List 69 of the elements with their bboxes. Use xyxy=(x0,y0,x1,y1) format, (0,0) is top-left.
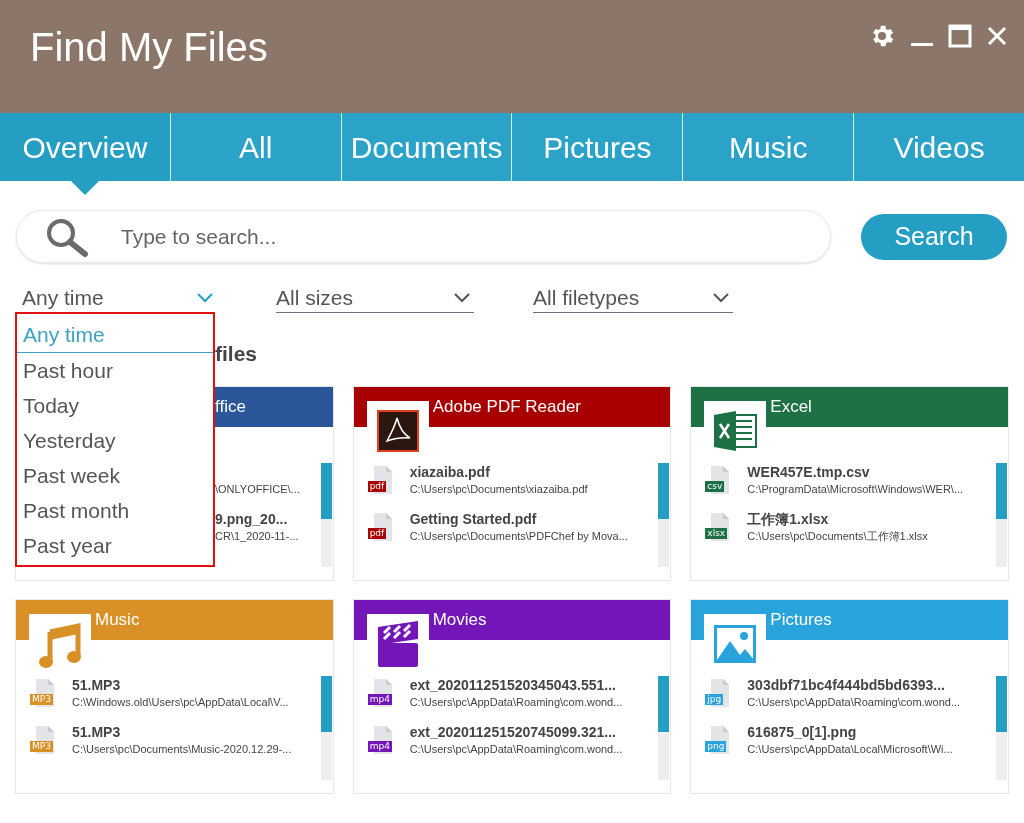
file-path: \ONLYOFFICE\... xyxy=(215,482,300,496)
music-note-icon xyxy=(38,620,82,668)
dropdown-option[interactable]: Past month xyxy=(17,493,213,528)
file-type-label: mp4 xyxy=(367,740,392,752)
card-title: Adobe PDF Reader xyxy=(432,396,582,419)
section-heading: files xyxy=(215,343,259,364)
file-type-label: xlsx xyxy=(705,527,728,539)
maximize-icon[interactable] xyxy=(948,24,972,48)
window-title: Find My Files xyxy=(30,27,268,67)
file-type-label: csv xyxy=(705,480,725,492)
file-type-label: jpg xyxy=(705,693,724,705)
file-name[interactable]: 616875_0[1].png xyxy=(747,723,953,742)
tab-pointer xyxy=(70,181,99,195)
file-path: C:\Users\pc\Documents\工作簿1.xlsx xyxy=(747,529,928,543)
file-name[interactable]: Getting Started.pdf xyxy=(409,510,628,529)
file-type-label: MP3 xyxy=(30,693,53,705)
filter-dropdown[interactable]: All filetypes xyxy=(533,283,733,313)
file-name[interactable]: 303dbf71bc4f444bd5bd6393... xyxy=(747,676,961,695)
file-type-label: png xyxy=(705,740,727,752)
clapperboard-icon xyxy=(377,621,418,667)
scrollbar[interactable] xyxy=(320,676,332,780)
file-type-label: mp4 xyxy=(367,693,392,705)
file-path: C:\ProgramData\Microsoft\Windows\WER\... xyxy=(747,482,964,496)
filter-dropdown[interactable]: Any time xyxy=(22,283,217,313)
file-name[interactable]: WER457E.tmp.csv xyxy=(747,463,964,482)
filter-dropdown[interactable]: All sizes xyxy=(276,283,474,313)
file-path: C:\Users\pc\Documents\PDFChef by Mova... xyxy=(409,529,628,543)
image-icon xyxy=(714,625,757,663)
dropdown-option[interactable]: Today xyxy=(17,388,213,423)
file-path: C:\Users\pc\Documents\Music-2020.12.29-... xyxy=(72,742,292,756)
file-type-label: MP3 xyxy=(30,740,53,752)
file-name[interactable]: ext_202011251520345043.551... xyxy=(409,676,623,695)
spreadsheet-icon xyxy=(712,411,759,451)
chevron-icon xyxy=(197,292,213,303)
file-path: CR\1_2020-11-... xyxy=(215,529,299,543)
file-name[interactable]: 51.MP3 xyxy=(72,723,292,742)
file-path: C:\Windows.old\Users\pc\AppData\Local\V... xyxy=(72,695,289,709)
file-path: C:\Users\pc\AppData\Local\Microsoft\Wi... xyxy=(747,742,953,756)
file-type-label: pdf xyxy=(367,480,387,492)
card-title: ffice xyxy=(215,396,246,419)
scrollbar[interactable] xyxy=(320,463,332,567)
dropdown-option[interactable]: Past year xyxy=(17,528,213,563)
file-type-label: pdf xyxy=(367,527,387,539)
search-field[interactable]: Type to search... xyxy=(121,220,830,253)
file-name[interactable]: xiazaiba.pdf xyxy=(409,463,588,482)
file-name[interactable]: 51.MP3 xyxy=(72,676,289,695)
scrollbar[interactable] xyxy=(996,463,1007,567)
acrobat-icon xyxy=(376,410,419,452)
scrollbar[interactable] xyxy=(658,676,670,780)
scrollbar[interactable] xyxy=(658,463,670,567)
dropdown-option[interactable]: Past hour xyxy=(17,353,213,388)
close-icon[interactable] xyxy=(986,25,1008,47)
dropdown-option[interactable]: Yesterday xyxy=(17,423,213,458)
search-icon xyxy=(45,216,91,257)
file-name[interactable]: ext_202011251520745099.321... xyxy=(409,723,623,742)
file-name[interactable]: 9.png_20... xyxy=(215,510,299,529)
card-title: Movies xyxy=(432,609,487,632)
chevron-icon xyxy=(713,292,729,303)
card-title: Pictures xyxy=(770,609,832,632)
file-path: C:\Users\pc\AppData\Roaming\com.wond... xyxy=(747,695,961,709)
dropdown-option[interactable]: Past week xyxy=(17,458,213,493)
card-title: Excel xyxy=(770,396,812,419)
file-path: C:\Users\pc\AppData\Roaming\com.wond... xyxy=(409,695,623,709)
card-title: Music xyxy=(95,609,140,632)
file-name[interactable]: 工作簿1.xlsx xyxy=(747,510,928,529)
scrollbar[interactable] xyxy=(996,676,1007,780)
file-path: C:\Users\pc\AppData\Roaming\com.wond... xyxy=(409,742,623,756)
file-path: C:\Users\pc\Documents\xiazaiba.pdf xyxy=(409,482,588,496)
chevron-icon xyxy=(454,292,470,303)
